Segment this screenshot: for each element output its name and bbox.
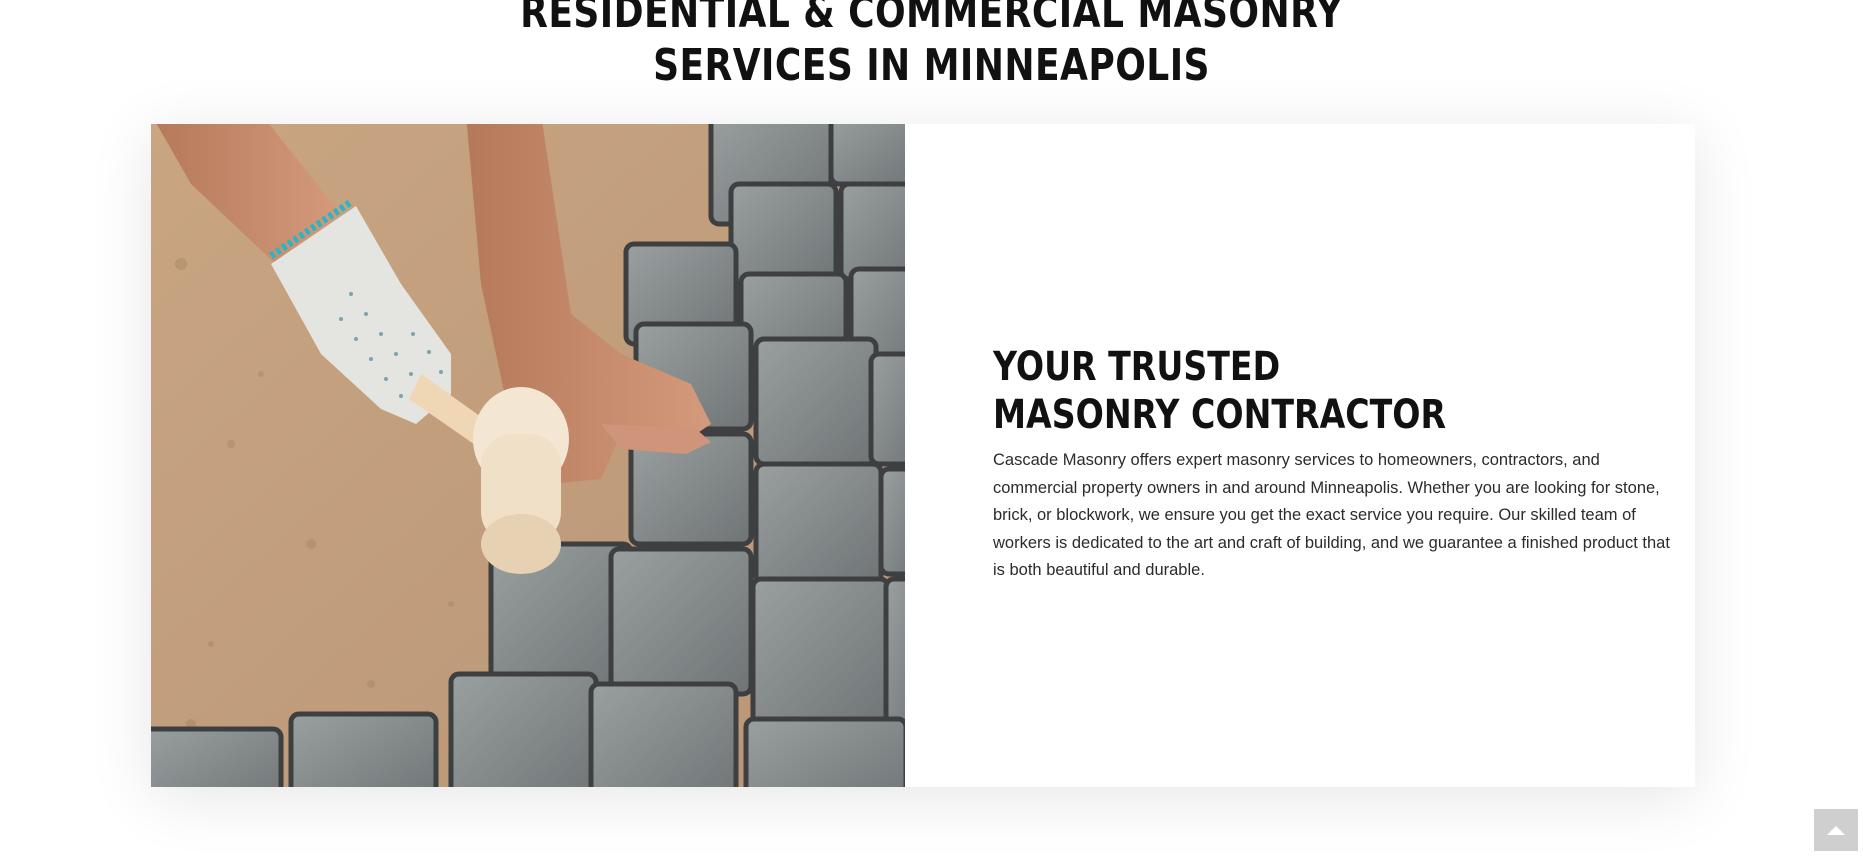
card-title: YOUR TRUSTED MASONRY CONTRACTOR — [993, 343, 1446, 439]
masonry-worker-photo — [151, 124, 905, 787]
scroll-to-top-button[interactable] — [1814, 809, 1858, 851]
card-title-line-2: MASONRY CONTRACTOR — [993, 392, 1447, 438]
card-title-line-1: YOUR TRUSTED — [993, 344, 1281, 390]
card-body-text: Cascade Masonry offers expert masonry se… — [993, 451, 1670, 579]
section-heading-line-2: SERVICES IN MINNEAPOLIS — [653, 40, 1210, 91]
page: RESIDENTIAL & COMMERCIAL MASONRY SERVICE… — [0, 0, 1863, 861]
chevron-up-icon — [1827, 825, 1845, 835]
section-heading-line-1: RESIDENTIAL & COMMERCIAL MASONRY — [520, 0, 1343, 38]
section-heading: RESIDENTIAL & COMMERCIAL MASONRY SERVICE… — [168, 0, 1696, 92]
text-panel: YOUR TRUSTED MASONRY CONTRACTOR Cascade … — [905, 124, 1695, 787]
feature-card: YOUR TRUSTED MASONRY CONTRACTOR Cascade … — [151, 124, 1695, 787]
